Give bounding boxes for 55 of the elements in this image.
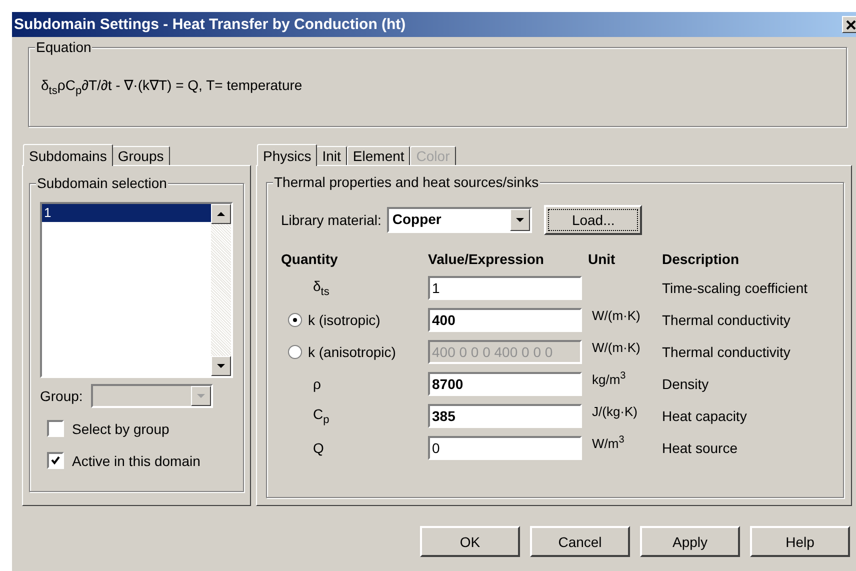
dialog-button[interactable]: Cancel <box>530 526 630 557</box>
description-text: Density <box>662 376 710 392</box>
value-field[interactable]: 0 <box>428 436 582 460</box>
description-text: Time-scaling coefficient <box>662 280 809 296</box>
group-label: Subdomain selection <box>36 175 168 191</box>
checkbox-label: Active in this domain <box>72 452 200 468</box>
field-label: Group: <box>40 388 83 404</box>
list-box[interactable]: 1 <box>40 202 233 378</box>
window-title: Subdomain Settings - Heat Transfer by Conduction (ht) <box>14 16 406 33</box>
group-label: Equation <box>35 39 92 55</box>
unit-label: W/(m·K) <box>592 340 640 355</box>
equation-text: δ$_{ts}$ρC$_{p}$∂T/∂t - ∇·(k∇T) = Q, T= temperature <box>41 77 302 97</box>
close-icon <box>846 20 856 30</box>
column-header: Unit <box>588 251 616 267</box>
description-text: Thermal conductivity <box>662 312 792 328</box>
group-label: Thermal properties and heat sources/sinks <box>273 174 540 190</box>
column-header: Description <box>662 251 740 267</box>
quantity-symbol: ρ <box>313 376 321 392</box>
description-text: Heat capacity <box>662 408 748 424</box>
tab[interactable]: Init <box>316 146 347 165</box>
checkbox[interactable] <box>47 420 64 437</box>
check-icon <box>50 455 61 466</box>
column-header: Quantity <box>281 251 339 267</box>
tab[interactable]: Physics <box>257 144 318 166</box>
tab[interactable]: Subdomains <box>23 144 113 166</box>
description-text: Heat source <box>662 440 738 456</box>
dialog-button[interactable]: Help <box>750 526 850 557</box>
description-text: Thermal conductivity <box>662 344 792 360</box>
tab[interactable]: Groups <box>112 146 170 165</box>
checkbox-label: Select by group <box>72 420 170 436</box>
scrollbar[interactable] <box>211 204 231 376</box>
close-button[interactable] <box>842 16 856 33</box>
unit-label: W/(m·K) <box>592 308 640 323</box>
unit-label: J/(kg·K) <box>592 404 638 419</box>
value-field[interactable]: 400 <box>428 308 582 332</box>
quantity-label: k (isotropic) <box>308 312 380 328</box>
material-dropdown[interactable]: Copper <box>387 207 532 233</box>
value-field[interactable]: 1 <box>428 276 582 300</box>
column-header: Value/Expression <box>428 251 545 267</box>
unit-label: W/m$^{3}$ <box>592 436 624 452</box>
checkbox[interactable] <box>47 452 64 469</box>
value-field[interactable]: 8700 <box>428 372 582 396</box>
radio-button[interactable] <box>288 313 302 327</box>
list-item[interactable]: 1 <box>42 204 211 222</box>
unit-label: kg/m$^{3}$ <box>592 372 626 388</box>
quantity-symbol: C$_{p}$ <box>313 406 330 426</box>
load-button[interactable]: Load... <box>544 205 642 235</box>
tab[interactable]: Element <box>346 146 410 165</box>
dialog-button[interactable]: Apply <box>640 526 740 557</box>
quantity-symbol: Q <box>313 440 324 456</box>
field-label: Library material: <box>281 212 382 228</box>
value-field[interactable]: 385 <box>428 404 582 428</box>
dialog-button[interactable]: OK <box>420 526 520 557</box>
quantity-label: k (anisotropic) <box>308 344 396 360</box>
quantity-symbol: δ$_{ts}$ <box>313 278 330 298</box>
